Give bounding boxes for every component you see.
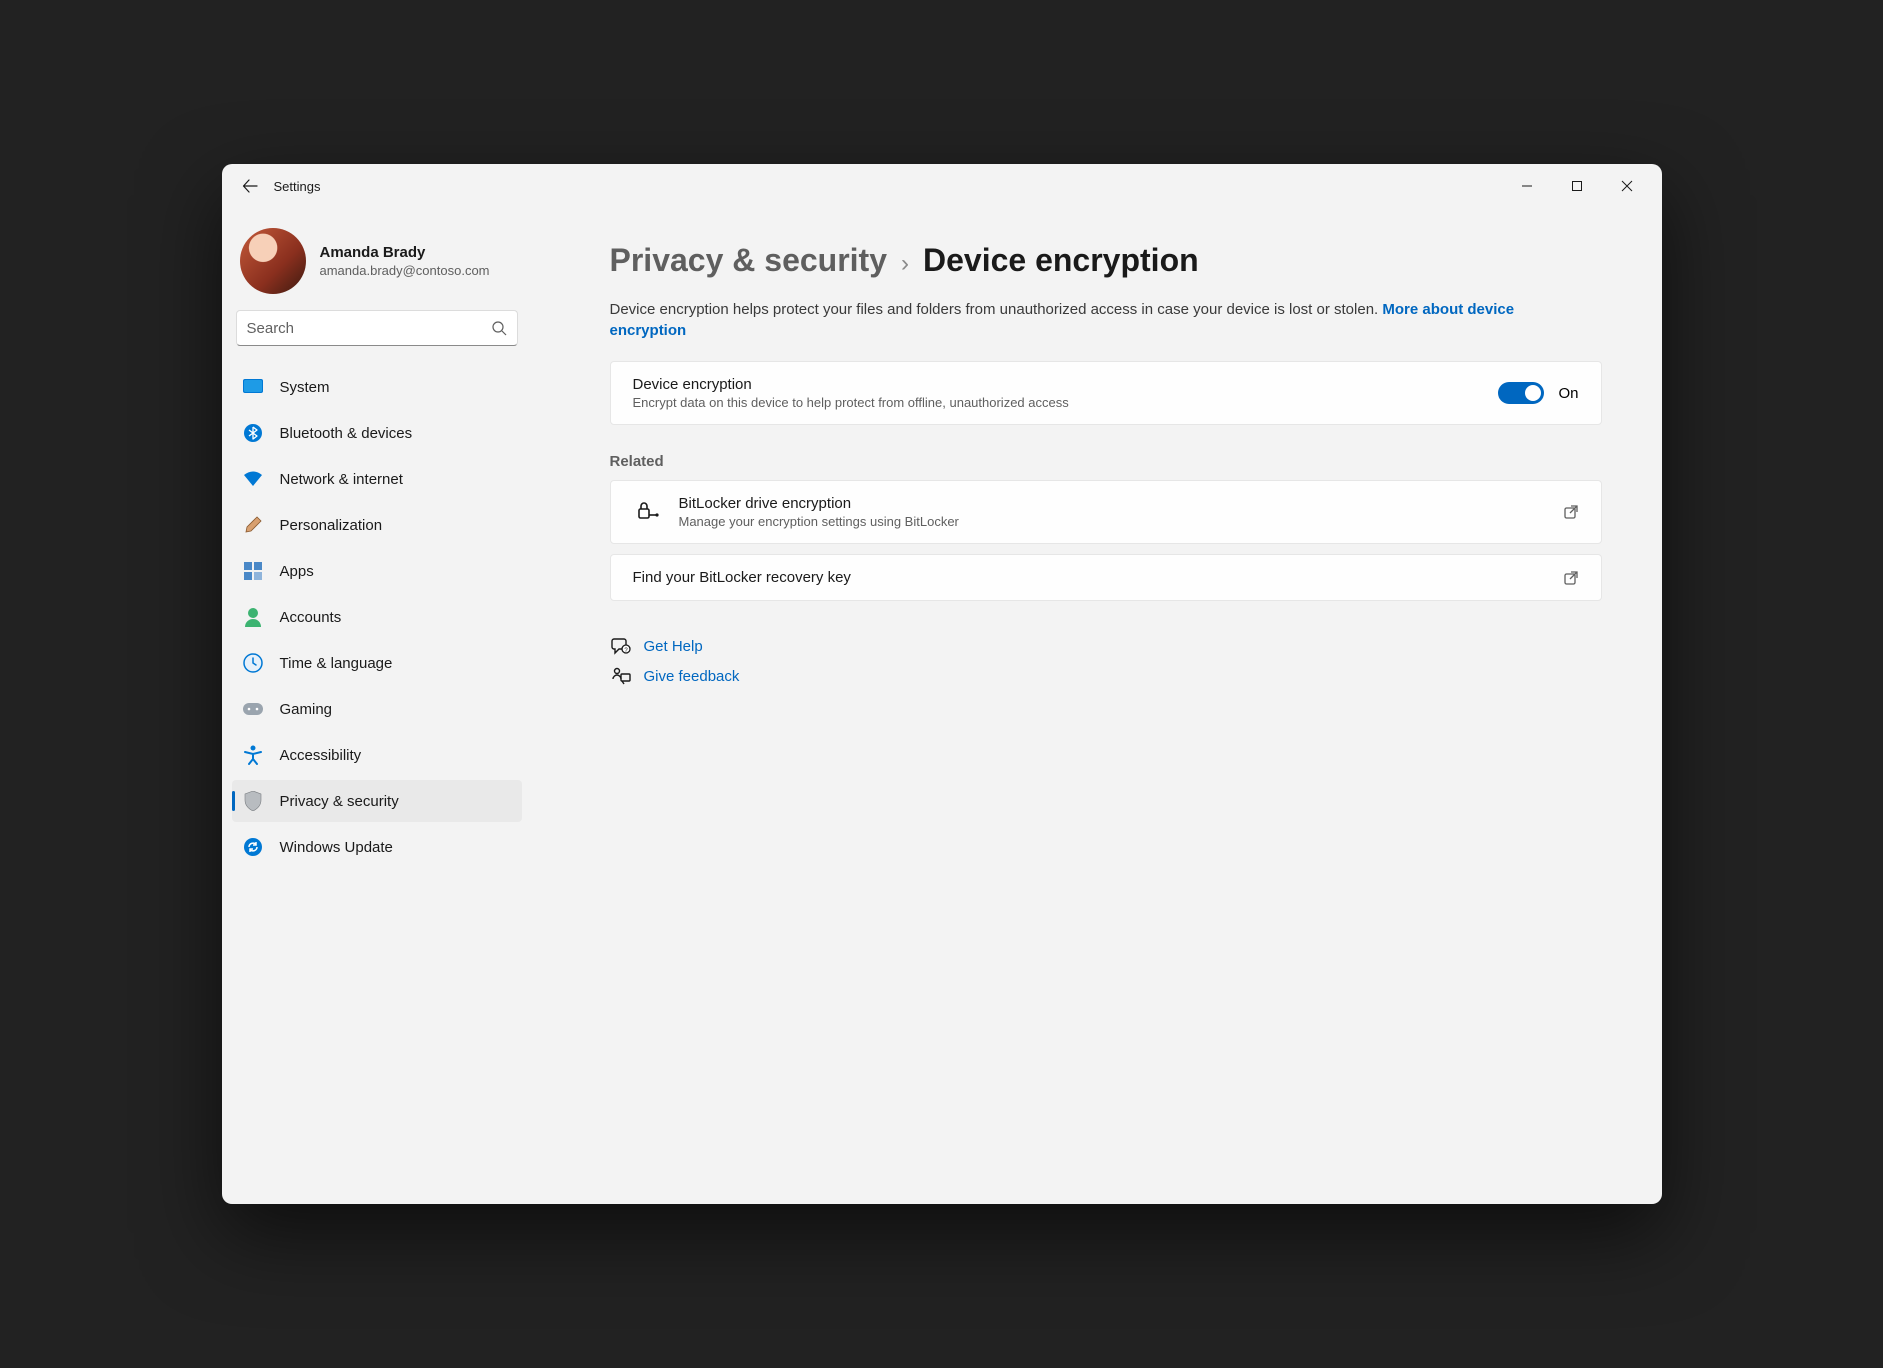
sidebar-item-personalization[interactable]: Personalization bbox=[232, 504, 522, 546]
toggle-state-label: On bbox=[1558, 385, 1578, 402]
recovery-key-card[interactable]: Find your BitLocker recovery key bbox=[610, 554, 1602, 601]
titlebar: Settings bbox=[222, 164, 1662, 208]
nav-list: System Bluetooth & devices Network & int… bbox=[230, 364, 524, 870]
shield-icon bbox=[242, 790, 264, 812]
sidebar-item-label: Accessibility bbox=[280, 747, 362, 764]
minimize-icon bbox=[1521, 180, 1533, 192]
sidebar-item-label: Gaming bbox=[280, 701, 333, 718]
sidebar-item-label: Personalization bbox=[280, 517, 383, 534]
footer-links: ? Get Help Give feedback bbox=[610, 631, 1602, 691]
sidebar-item-bluetooth[interactable]: Bluetooth & devices bbox=[232, 412, 522, 454]
sidebar-item-accessibility[interactable]: Accessibility bbox=[232, 734, 522, 776]
update-icon bbox=[242, 836, 264, 858]
sidebar-item-windows-update[interactable]: Windows Update bbox=[232, 826, 522, 868]
open-external-icon bbox=[1563, 504, 1579, 520]
system-icon bbox=[242, 376, 264, 398]
give-feedback-link[interactable]: Give feedback bbox=[610, 661, 1602, 691]
lock-drive-icon bbox=[633, 501, 659, 523]
bitlocker-card[interactable]: BitLocker drive encryption Manage your e… bbox=[610, 480, 1602, 544]
get-help-link[interactable]: ? Get Help bbox=[610, 631, 1602, 661]
card-title: Device encryption bbox=[633, 376, 1499, 393]
maximize-button[interactable] bbox=[1552, 166, 1602, 206]
page-description: Device encryption helps protect your fil… bbox=[610, 299, 1590, 341]
close-button[interactable] bbox=[1602, 166, 1652, 206]
device-encryption-card: Device encryption Encrypt data on this d… bbox=[610, 361, 1602, 425]
minimize-button[interactable] bbox=[1502, 166, 1552, 206]
wifi-icon bbox=[242, 468, 264, 490]
brush-icon bbox=[242, 514, 264, 536]
card-title: BitLocker drive encryption bbox=[679, 495, 1563, 512]
gamepad-icon bbox=[242, 698, 264, 720]
clock-icon bbox=[242, 652, 264, 674]
sidebar-item-label: Windows Update bbox=[280, 839, 393, 856]
breadcrumb: Privacy & security › Device encryption bbox=[610, 242, 1602, 279]
back-button[interactable] bbox=[232, 168, 268, 204]
arrow-left-icon bbox=[242, 178, 258, 194]
user-profile[interactable]: Amanda Brady amanda.brady@contoso.com bbox=[230, 216, 524, 310]
help-icon: ? bbox=[610, 637, 632, 655]
related-heading: Related bbox=[610, 453, 1602, 470]
encryption-toggle[interactable] bbox=[1498, 382, 1544, 404]
sidebar-item-time-language[interactable]: Time & language bbox=[232, 642, 522, 684]
card-title: Find your BitLocker recovery key bbox=[633, 569, 1563, 586]
chevron-right-icon: › bbox=[901, 250, 909, 278]
search-box[interactable] bbox=[236, 310, 518, 346]
sidebar-item-label: Bluetooth & devices bbox=[280, 425, 413, 442]
sidebar-item-accounts[interactable]: Accounts bbox=[232, 596, 522, 638]
card-subtitle: Encrypt data on this device to help prot… bbox=[633, 395, 1499, 410]
window-controls bbox=[1502, 166, 1652, 206]
settings-window: Settings Amanda Brady amanda.brady@conto… bbox=[222, 164, 1662, 1204]
avatar bbox=[240, 228, 306, 294]
window-title: Settings bbox=[274, 179, 321, 194]
accessibility-icon bbox=[242, 744, 264, 766]
maximize-icon bbox=[1571, 180, 1583, 192]
sidebar-item-label: Network & internet bbox=[280, 471, 403, 488]
search-icon bbox=[491, 320, 507, 336]
sidebar-item-network[interactable]: Network & internet bbox=[232, 458, 522, 500]
apps-icon bbox=[242, 560, 264, 582]
sidebar: Amanda Brady amanda.brady@contoso.com Sy… bbox=[222, 208, 532, 1204]
sidebar-item-label: Time & language bbox=[280, 655, 393, 672]
card-subtitle: Manage your encryption settings using Bi… bbox=[679, 514, 1563, 529]
open-external-icon bbox=[1563, 570, 1579, 586]
user-email: amanda.brady@contoso.com bbox=[320, 263, 490, 278]
user-name: Amanda Brady bbox=[320, 244, 490, 261]
feedback-icon bbox=[610, 667, 632, 685]
bluetooth-icon bbox=[242, 422, 264, 444]
sidebar-item-label: Apps bbox=[280, 563, 314, 580]
search-input[interactable] bbox=[247, 320, 491, 337]
page-title: Device encryption bbox=[923, 242, 1199, 279]
person-icon bbox=[242, 606, 264, 628]
sidebar-item-label: System bbox=[280, 379, 330, 396]
sidebar-item-system[interactable]: System bbox=[232, 366, 522, 408]
sidebar-item-label: Privacy & security bbox=[280, 793, 399, 810]
sidebar-item-apps[interactable]: Apps bbox=[232, 550, 522, 592]
close-icon bbox=[1621, 180, 1633, 192]
main-content: Privacy & security › Device encryption D… bbox=[532, 208, 1662, 1204]
sidebar-item-gaming[interactable]: Gaming bbox=[232, 688, 522, 730]
sidebar-item-label: Accounts bbox=[280, 609, 342, 626]
breadcrumb-parent[interactable]: Privacy & security bbox=[610, 242, 888, 279]
sidebar-item-privacy-security[interactable]: Privacy & security bbox=[232, 780, 522, 822]
